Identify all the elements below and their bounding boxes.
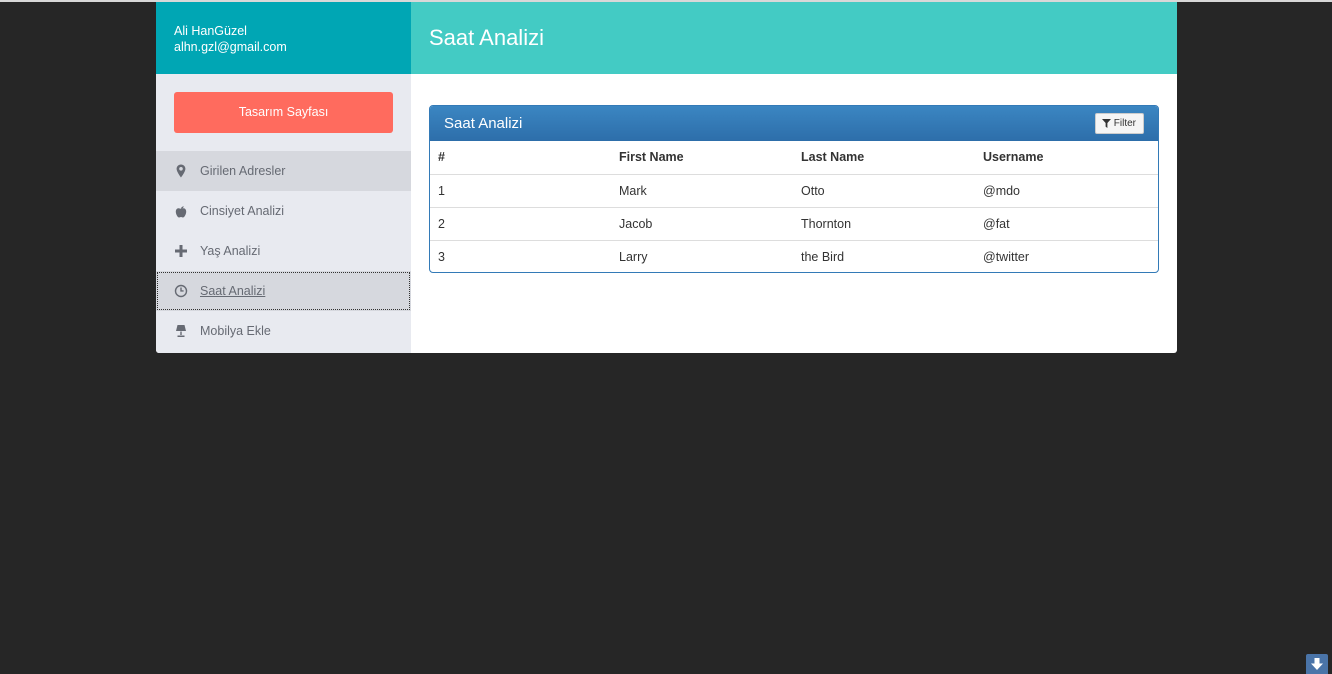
user-email: alhn.gzl@gmail.com [174, 40, 287, 54]
cta-wrapper: Tasarım Sayfası [156, 74, 411, 151]
column-header: Last Name [793, 141, 975, 175]
clock-icon [174, 284, 188, 298]
design-page-button[interactable]: Tasarım Sayfası [174, 92, 393, 133]
sidebar-item-hour[interactable]: Saat Analizi [156, 271, 411, 311]
table-cell: Mark [611, 174, 793, 208]
sidebar-item-furniture[interactable]: Mobilya Ekle [156, 311, 411, 351]
table-cell: 3 [438, 249, 445, 264]
table-cell: Larry [619, 249, 648, 264]
sidebar-item-label: Girilen Adresler [200, 164, 286, 178]
map-marker-icon [174, 164, 188, 178]
user-name: Ali HanGüzel [174, 24, 247, 38]
user-profile: Ali HanGüzel alhn.gzl@gmail.com [156, 2, 411, 74]
table-cell: Thornton [793, 207, 975, 241]
table-row: 1 Mark Otto @mdo [430, 174, 1158, 208]
page-title: Saat Analizi [411, 2, 1177, 74]
sidebar-item-label: Cinsiyet Analizi [200, 204, 285, 218]
sidebar-item-label: Saat Analizi [200, 284, 266, 298]
filter-button[interactable]: Filter [1094, 113, 1144, 134]
table-cell: Jacob [611, 207, 793, 241]
column-header: # [430, 141, 611, 175]
sidebar-nav: Girilen Adresler Cinsiyet Analizi Yaş An… [156, 151, 411, 351]
sidebar-item-age[interactable]: Yaş Analizi [156, 231, 411, 271]
main-content: Saat Analizi Saat Analizi Filter # First… [411, 2, 1177, 353]
arrow-down-icon [1311, 658, 1323, 670]
table-cell: 1 [430, 174, 611, 208]
plus-icon [174, 244, 188, 258]
table-cell: @mdo [975, 174, 1158, 208]
table-row: 2 Jacob Thornton @fat [430, 207, 1158, 241]
sidebar-item-addresses[interactable]: Girilen Adresler [156, 151, 411, 191]
table-row: 3 Larry the Bird @twitter [430, 240, 1158, 272]
table-cell: @twitter [983, 249, 1030, 264]
sidebar-item-label: Yaş Analizi [200, 244, 261, 258]
column-header: Username [975, 141, 1158, 175]
sidebar-item-label: Mobilya Ekle [200, 324, 271, 338]
panel-title: Saat Analizi [444, 115, 523, 132]
filter-icon [1101, 119, 1111, 128]
table-header-row: # First Name Last Name Username [430, 141, 1158, 175]
sidebar: Ali HanGüzel alhn.gzl@gmail.com Tasarım … [156, 2, 411, 353]
data-table: # First Name Last Name Username 1 Mark O… [430, 141, 1158, 272]
panel-heading: Saat Analizi Filter [430, 106, 1158, 141]
table-cell: Otto [793, 174, 975, 208]
filter-label: Filter [1113, 118, 1136, 129]
table-cell: 2 [430, 207, 611, 241]
table-cell: @fat [975, 207, 1158, 241]
apple-icon [174, 204, 188, 218]
lamp-icon [174, 324, 188, 338]
data-panel: Saat Analizi Filter # First Name Last Na… [429, 105, 1159, 273]
column-header: First Name [611, 141, 793, 175]
scroll-down-button[interactable] [1306, 654, 1328, 674]
app-window: Ali HanGüzel alhn.gzl@gmail.com Tasarım … [156, 2, 1177, 353]
sidebar-item-gender[interactable]: Cinsiyet Analizi [156, 191, 411, 231]
table-cell: the Bird [801, 249, 845, 264]
